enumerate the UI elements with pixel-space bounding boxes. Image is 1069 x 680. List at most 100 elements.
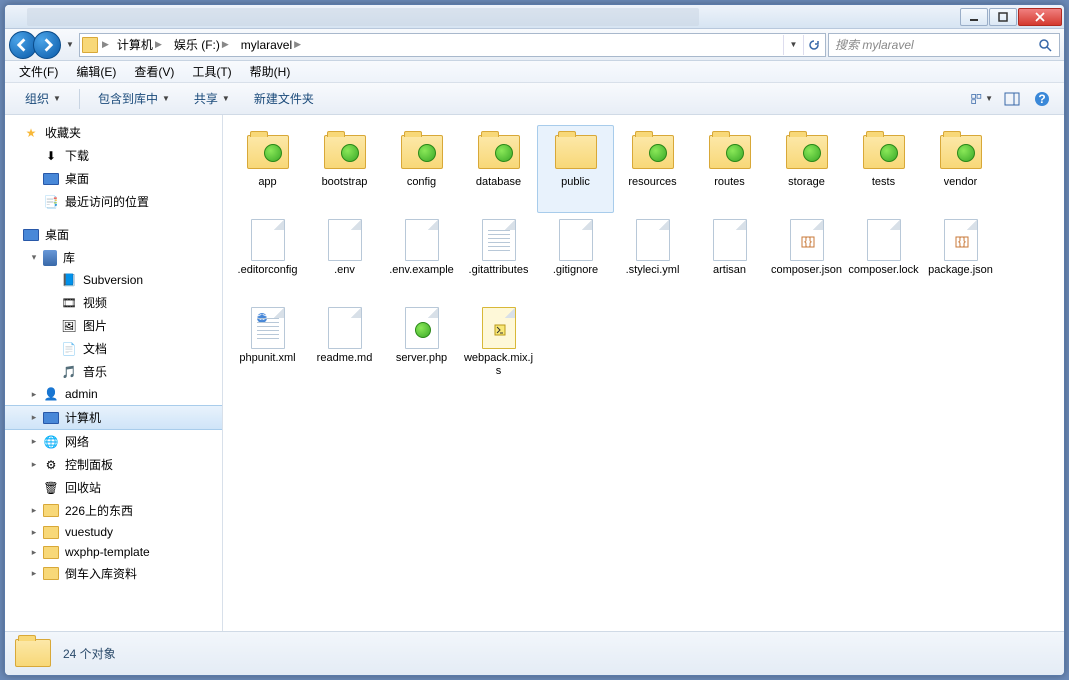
file-name: vendor [944, 176, 978, 189]
minimize-button[interactable] [960, 8, 988, 26]
file-icon: {} [939, 218, 983, 262]
file-name: app [258, 176, 276, 189]
file-pane[interactable]: app bootstrapconfigdatabasepublicresource… [223, 115, 1064, 631]
sidebar-recent[interactable]: 📑最近访问的位置 [5, 190, 222, 213]
search-icon [1037, 37, 1053, 53]
file-item[interactable]: routes [691, 125, 768, 213]
sidebar-documents[interactable]: 📄文档 [5, 337, 222, 360]
expand-icon[interactable]: ▸ [29, 569, 39, 579]
help-button[interactable]: ? [1030, 87, 1054, 111]
file-item[interactable]: .gitattributes [460, 213, 537, 301]
sidebar-folder-4[interactable]: ▸倒车入库资料 [5, 562, 222, 585]
sidebar-videos[interactable]: 🎞视频 [5, 291, 222, 314]
file-item[interactable]: {}composer.json [768, 213, 845, 301]
file-item[interactable]: storage [768, 125, 845, 213]
expand-icon[interactable]: ▸ [29, 413, 39, 423]
folder-icon [246, 130, 290, 174]
sidebar-controlpanel[interactable]: ▸⚙控制面板 [5, 453, 222, 476]
folder-icon [477, 130, 521, 174]
sidebar-subversion[interactable]: 📘Subversion [5, 269, 222, 291]
file-name: webpack.mix.js [463, 352, 534, 378]
file-item[interactable]: readme.md [306, 301, 383, 389]
sidebar-pictures[interactable]: 🖼图片 [5, 314, 222, 337]
sidebar-admin[interactable]: ▸👤admin [5, 383, 222, 405]
file-item[interactable]: .env [306, 213, 383, 301]
include-button[interactable]: 包含到库中 ▼ [88, 86, 180, 111]
organize-button[interactable]: 组织 ▼ [15, 86, 71, 111]
file-item[interactable]: vendor [922, 125, 999, 213]
separator [79, 89, 80, 109]
file-name: composer.json [771, 264, 842, 277]
expand-icon[interactable]: ▾ [29, 253, 39, 263]
file-name: storage [788, 176, 825, 189]
file-item[interactable]: server.php [383, 301, 460, 389]
maximize-button[interactable] [989, 8, 1017, 26]
file-item[interactable]: webpack.mix.js [460, 301, 537, 389]
newfolder-button[interactable]: 新建文件夹 [244, 86, 324, 111]
sidebar-favorites[interactable]: ★收藏夹 [5, 121, 222, 144]
file-item[interactable]: .env.example [383, 213, 460, 301]
expand-icon[interactable]: ▸ [29, 460, 39, 470]
sidebar-libraries[interactable]: ▾库 [5, 246, 222, 269]
sidebar-music[interactable]: 🎵音乐 [5, 360, 222, 383]
file-item[interactable]: app [229, 125, 306, 213]
sidebar-recycle[interactable]: 🗑回收站 [5, 476, 222, 499]
file-item[interactable]: tests [845, 125, 922, 213]
forward-button[interactable] [33, 31, 61, 59]
sidebar[interactable]: ★收藏夹 ⬇下载 桌面 📑最近访问的位置 桌面 ▾库 📘Subversion 🎞… [5, 115, 223, 631]
file-name: artisan [713, 264, 746, 277]
close-button[interactable] [1018, 8, 1062, 26]
file-item[interactable]: public [537, 125, 614, 213]
status-text: 24 个对象 [63, 645, 116, 662]
desktop-icon [23, 229, 39, 241]
file-item[interactable]: .styleci.yml [614, 213, 691, 301]
sidebar-downloads[interactable]: ⬇下载 [5, 144, 222, 167]
file-icon [400, 306, 444, 350]
titlebar[interactable] [5, 5, 1064, 29]
sidebar-folder-2[interactable]: ▸vuestudy [5, 522, 222, 542]
file-item[interactable]: .gitignore [537, 213, 614, 301]
svn-icon: 📘 [61, 272, 77, 288]
file-item[interactable]: config [383, 125, 460, 213]
sidebar-desktop[interactable]: 桌面 [5, 167, 222, 190]
sidebar-folder-1[interactable]: ▸226上的东西 [5, 499, 222, 522]
view-options-button[interactable]: ▼ [970, 87, 994, 111]
sidebar-network[interactable]: ▸🌐网络 [5, 430, 222, 453]
sidebar-computer[interactable]: ▸计算机 [5, 405, 222, 430]
menu-edit[interactable]: 编辑(E) [68, 61, 124, 82]
address-bar[interactable]: ▶ 计算机 ▶ 娱乐 (F:) ▶ mylaravel ▶ ▼ [79, 33, 826, 57]
breadcrumb-drive[interactable]: 娱乐 (F:) ▶ [170, 34, 233, 56]
expand-icon[interactable]: ▸ [29, 527, 39, 537]
search-input[interactable]: 搜索 mylaravel [828, 33, 1060, 57]
file-item[interactable]: artisan [691, 213, 768, 301]
file-name: tests [872, 176, 895, 189]
sidebar-desktop-group[interactable]: 桌面 [5, 223, 222, 246]
folder-icon [43, 567, 59, 580]
share-button[interactable]: 共享 ▼ [184, 86, 240, 111]
preview-pane-button[interactable] [1000, 87, 1024, 111]
file-item[interactable]: <>phpunit.xml [229, 301, 306, 389]
file-item[interactable]: database [460, 125, 537, 213]
file-item[interactable]: .editorconfig [229, 213, 306, 301]
file-item[interactable]: bootstrap [306, 125, 383, 213]
folder-icon [82, 37, 98, 53]
breadcrumb-computer[interactable]: 计算机 ▶ [113, 34, 166, 56]
menu-tools[interactable]: 工具(T) [184, 61, 239, 82]
expand-icon[interactable]: ▸ [29, 506, 39, 516]
network-icon: 🌐 [43, 434, 59, 450]
file-item[interactable]: composer.lock [845, 213, 922, 301]
nav-history-dropdown[interactable]: ▼ [63, 31, 77, 59]
refresh-button[interactable] [803, 35, 823, 55]
expand-icon[interactable]: ▸ [29, 437, 39, 447]
menu-file[interactable]: 文件(F) [11, 61, 66, 82]
file-item[interactable]: resources [614, 125, 691, 213]
breadcrumb-folder[interactable]: mylaravel ▶ [237, 34, 305, 56]
expand-icon[interactable]: ▸ [29, 547, 39, 557]
menu-view[interactable]: 查看(V) [126, 61, 182, 82]
address-dropdown[interactable]: ▼ [783, 35, 803, 55]
sidebar-folder-3[interactable]: ▸wxphp-template [5, 542, 222, 562]
expand-icon[interactable]: ▸ [29, 389, 39, 399]
library-icon [43, 250, 57, 266]
menu-help[interactable]: 帮助(H) [242, 61, 299, 82]
file-item[interactable]: {}package.json [922, 213, 999, 301]
